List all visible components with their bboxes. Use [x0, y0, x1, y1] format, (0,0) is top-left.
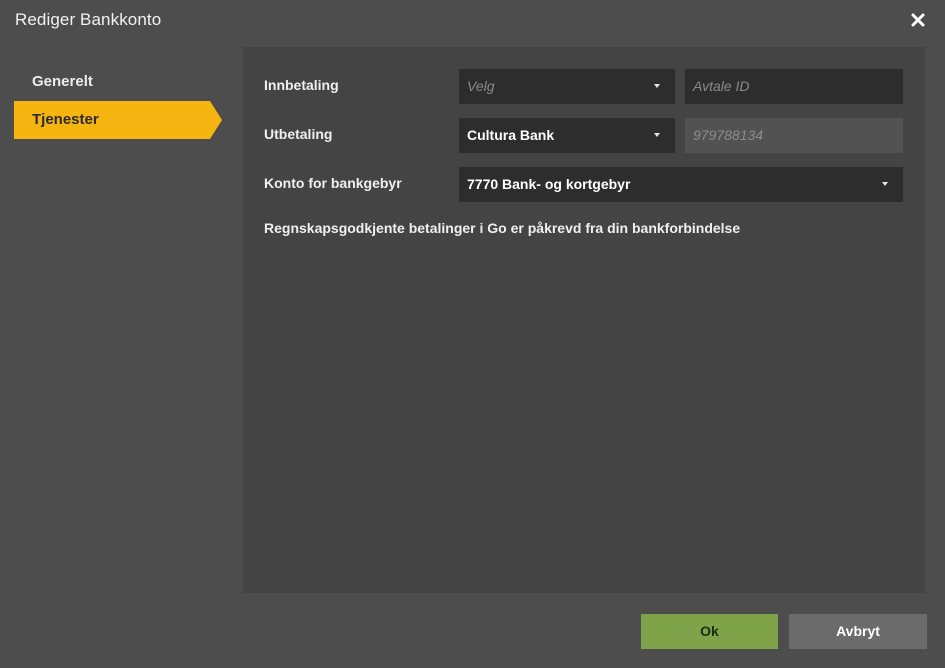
services-panel: Innbetaling Velg Avtale ID Utbetaling Cu…	[243, 47, 925, 593]
bank-fee-account-label: Konto for bankgebyr	[264, 175, 402, 191]
dialog-title: Rediger Bankkonto	[15, 10, 162, 29]
utbetaling-agreement-id-value: 979788134	[693, 127, 764, 143]
innbetaling-select-placeholder: Velg	[467, 78, 495, 94]
cancel-button[interactable]: Avbryt	[789, 614, 927, 649]
ok-button[interactable]: Ok	[641, 614, 778, 649]
close-button[interactable]	[908, 10, 928, 30]
utbetaling-agreement-id-input: 979788134	[685, 118, 903, 153]
utbetaling-bank-select[interactable]: Cultura Bank	[459, 118, 675, 153]
utbetaling-label: Utbetaling	[264, 126, 333, 142]
info-text: Regnskapsgodkjente betalinger i Go er på…	[264, 220, 741, 236]
innbetaling-agreement-id-input[interactable]: Avtale ID	[685, 69, 903, 104]
bank-fee-account-select[interactable]: 7770 Bank- og kortgebyr	[459, 167, 903, 202]
sidebar-item-tjenester[interactable]: Tjenester	[14, 101, 222, 139]
agreement-id-placeholder: Avtale ID	[693, 78, 750, 94]
innbetaling-bank-select[interactable]: Velg	[459, 69, 675, 104]
utbetaling-select-value: Cultura Bank	[467, 127, 555, 143]
chevron-down-icon	[654, 133, 660, 137]
innbetaling-label: Innbetaling	[264, 77, 339, 93]
edit-bank-account-dialog: Rediger Bankkonto Generelt Tjenester Inn…	[0, 0, 945, 668]
close-icon	[911, 13, 925, 27]
chevron-down-icon	[654, 84, 660, 88]
sidebar-item-generelt[interactable]: Generelt	[14, 63, 214, 101]
chevron-down-icon	[882, 182, 888, 186]
bank-fee-account-value: 7770 Bank- og kortgebyr	[467, 176, 631, 192]
